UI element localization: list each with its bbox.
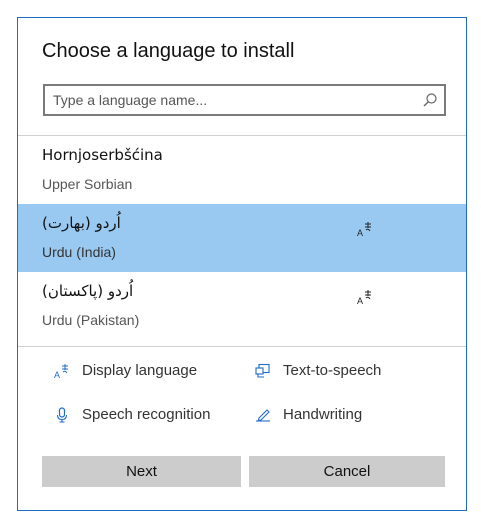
language-native-name: اُردو (پاکستان) — [42, 282, 134, 300]
language-english-name: Upper Sorbian — [42, 176, 133, 192]
install-language-dialog: Choose a language to install Hornjoserbš… — [17, 17, 467, 511]
next-button[interactable]: Next — [42, 456, 241, 487]
feature-label: Handwriting — [283, 406, 363, 423]
feature-speech-recognition: Speech recognition — [54, 406, 210, 423]
language-native-name: اُردو (بھارت) — [42, 214, 121, 232]
language-item-upper-sorbian[interactable]: Hornjoserbšćina Upper Sorbian — [18, 136, 466, 204]
search-box[interactable] — [43, 84, 446, 116]
language-native-name: Hornjoserbšćina — [42, 146, 163, 164]
svg-text:A: A — [357, 296, 363, 305]
display-language-icon: A — [357, 222, 371, 237]
feature-label: Speech recognition — [82, 406, 211, 423]
microphone-icon — [56, 406, 68, 423]
search-icon[interactable] — [422, 92, 438, 108]
display-language-icon: A — [54, 363, 68, 379]
list-bottom-divider — [18, 346, 466, 347]
language-english-name: Urdu (India) — [42, 244, 116, 260]
display-language-icon: A — [357, 290, 371, 305]
feature-display-language: A Display language — [54, 362, 197, 379]
feature-label: Text-to-speech — [283, 362, 382, 379]
search-input[interactable] — [45, 86, 431, 114]
feature-text-to-speech: Text-to-speech — [255, 362, 381, 379]
handwriting-icon — [256, 408, 270, 422]
feature-legend: A Display language Text-to-speech Speech… — [18, 356, 466, 446]
dialog-title: Choose a language to install — [42, 40, 295, 62]
language-item-urdu-india[interactable]: اُردو (بھارت) Urdu (India) A — [18, 204, 466, 272]
svg-text:A: A — [357, 228, 363, 237]
language-item-urdu-pakistan[interactable]: اُردو (پاکستان) Urdu (Pakistan) A — [18, 272, 466, 340]
svg-text:A: A — [54, 370, 60, 379]
text-to-speech-icon — [255, 363, 270, 378]
feature-label: Display language — [82, 362, 198, 379]
language-english-name: Urdu (Pakistan) — [42, 312, 140, 328]
cancel-button[interactable]: Cancel — [249, 456, 445, 487]
feature-handwriting: Handwriting — [255, 406, 362, 423]
